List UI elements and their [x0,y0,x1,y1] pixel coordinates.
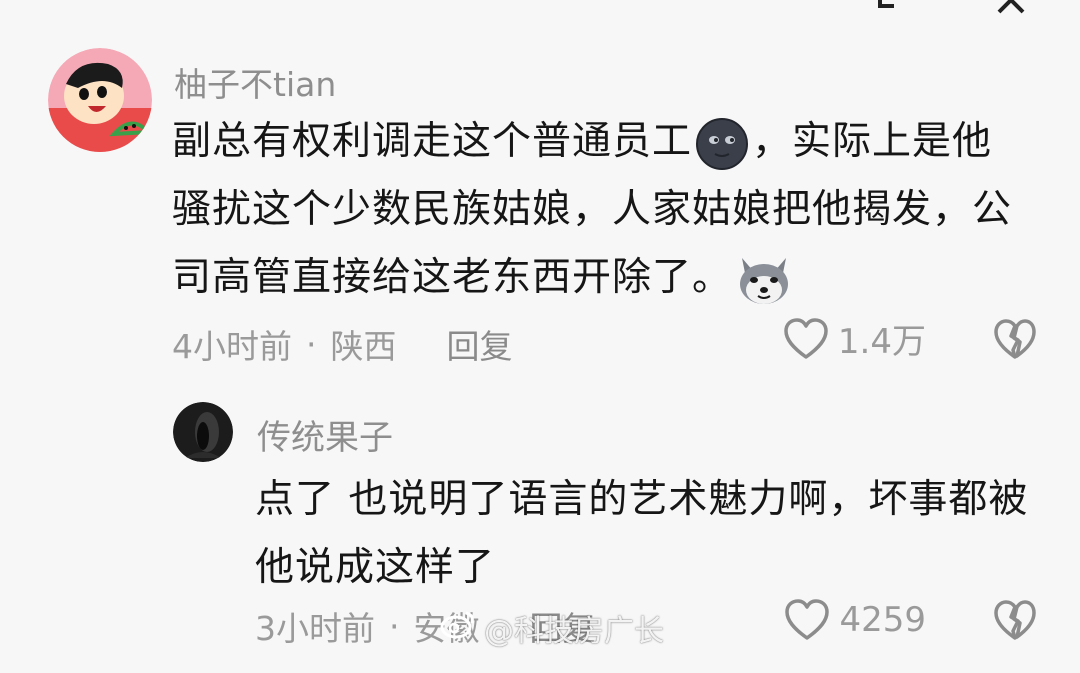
dislike-button[interactable] [992,318,1038,360]
avatar[interactable] [173,402,233,462]
fullscreen-icon[interactable] [874,0,914,18]
top-toolbar [874,0,1030,18]
reply-location: 安徽 [413,609,480,648]
broken-heart-icon [992,599,1038,641]
comment-screen: 柚子不tian 副总有权利调走这个普通员工 ，实际上是他骚扰这个少数民族姑娘，人… [0,0,1080,673]
comment-meta: 4小时前 · 陕西 回复 [172,320,513,368]
reply-text: 点了 也说明了语言的艺术魅力啊，坏事都被他说成这样了 [255,477,1029,590]
dark-moon-face-emoji-icon [696,117,749,170]
like-button[interactable]: 4259 [783,598,926,642]
user-name[interactable]: 柚子不tian [174,58,336,106]
reply-actions: 4259 [783,598,1038,642]
meta-separator: · [306,324,317,364]
comment-text: 副总有权利调走这个普通员工 ，实际上是他骚扰这个少数民族姑娘，人家姑娘把他揭发，… [172,108,1032,312]
like-count: 4259 [839,600,926,640]
meta-separator: · [389,606,400,646]
comment-location: 陕西 [330,327,397,366]
comment-actions: 1.4万 [782,314,1038,363]
reply-meta: 3小时前 · 安徽 回复 [255,602,596,650]
like-button[interactable]: 1.4万 [782,314,926,363]
comment-text-part1: 副总有权利调走这个普通员工 [172,119,693,164]
avatar[interactable] [48,48,152,152]
user-name[interactable]: 传统果子 [257,410,393,459]
like-count: 1.4万 [837,322,926,362]
husky-dog-emoji-icon [736,254,789,306]
broken-heart-icon [992,318,1038,360]
reply-button[interactable]: 回复 [530,602,596,650]
reply-time: 3小时前 [255,609,375,648]
dislike-button[interactable] [992,599,1038,641]
comment-time: 4小时前 [172,327,292,366]
reply-button[interactable]: 回复 [447,320,513,368]
close-icon[interactable] [996,0,1030,16]
heart-icon [782,317,830,361]
heart-icon [783,598,831,642]
